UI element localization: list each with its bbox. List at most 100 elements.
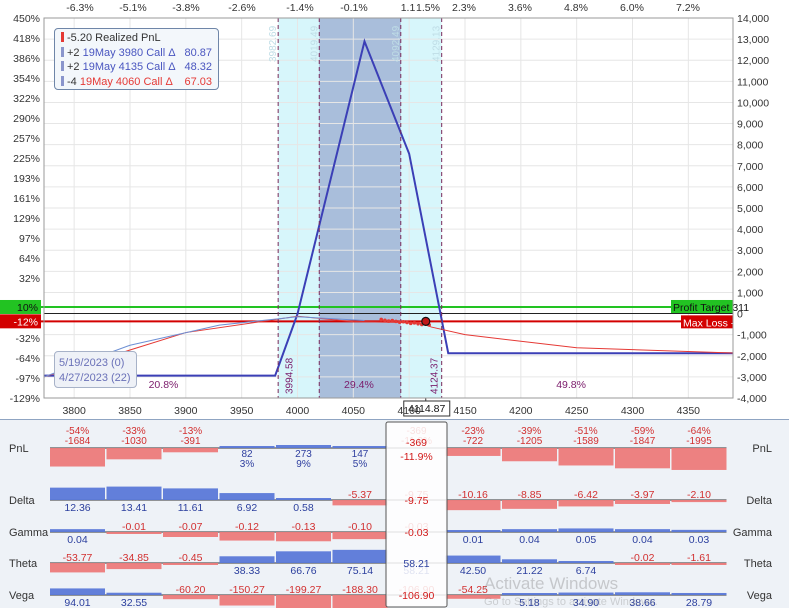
greek-label-left: Gamma xyxy=(9,527,49,539)
current-greek-value: -0.03 xyxy=(405,527,429,539)
loss-pct-label: -12% xyxy=(13,316,38,328)
greek-value: 0.04 xyxy=(67,534,88,546)
legend-delta: 67.03 xyxy=(184,75,212,88)
greek-value-bottom: -1847 xyxy=(630,436,656,447)
greek-bar xyxy=(276,498,331,500)
breakeven-label: 4019.49 xyxy=(309,25,320,62)
right-tick-label: 1,000 xyxy=(737,287,763,299)
price-path-dot xyxy=(401,319,406,324)
greek-value: -0.02 xyxy=(631,552,655,564)
legend-delta: 80.87 xyxy=(184,46,212,59)
greek-bar xyxy=(671,529,727,532)
greek-bar xyxy=(276,551,331,563)
greek-bar xyxy=(219,493,275,500)
greek-bar xyxy=(106,448,162,460)
legend-swatch xyxy=(61,61,64,71)
greek-value-bottom: 5% xyxy=(353,459,368,470)
top-pct-label: 3.6% xyxy=(508,2,532,14)
greek-bar xyxy=(332,595,388,608)
x-tick-label: 4050 xyxy=(342,405,366,417)
top-pct-label: 2.3% xyxy=(452,2,476,14)
greek-value: -0.01 xyxy=(122,521,146,533)
greek-value: -199.27 xyxy=(286,584,322,596)
greek-label-left: Vega xyxy=(9,590,35,602)
greek-value: 0.05 xyxy=(576,534,597,546)
greek-value: -1.61 xyxy=(687,552,711,564)
price-path-dot xyxy=(383,318,387,323)
greek-label-right: PnL xyxy=(752,443,772,455)
legend-item-realized: -5.20 Realized PnL xyxy=(61,31,214,46)
price-path-dot xyxy=(408,321,413,326)
legend-text: -5.20 Realized PnL xyxy=(67,32,161,44)
price-path-dot xyxy=(412,321,417,325)
legend-text: 19May 3980 Call Δ xyxy=(82,46,176,59)
greek-value: 0.04 xyxy=(632,534,653,546)
greek-bar xyxy=(502,529,557,532)
greek-bar xyxy=(219,446,275,448)
date-selector[interactable]: 5/19/2023 (0) 4/27/2023 (22) xyxy=(54,351,137,388)
price-path-dot xyxy=(390,318,395,323)
greek-bar xyxy=(50,529,105,532)
greek-bar xyxy=(332,549,388,563)
legend-delta: 48.32 xyxy=(184,61,212,73)
greek-bar xyxy=(615,529,670,532)
greek-value: 0.01 xyxy=(463,534,484,546)
greek-value: 13.41 xyxy=(121,502,147,514)
greek-value-bottom: -722 xyxy=(463,436,483,447)
right-tick-label: -1,000 xyxy=(737,330,767,342)
price-path-dot xyxy=(416,321,420,326)
greek-label-left: Delta xyxy=(9,495,36,507)
position-legend[interactable]: -5.20 Realized PnL +2 19May 3980 Call Δ 8… xyxy=(54,28,219,90)
x-tick-label: 4250 xyxy=(565,405,589,417)
greek-value-bottom: -391 xyxy=(180,436,200,447)
x-tick-label: 4350 xyxy=(677,405,701,417)
top-pct-label: -5.1% xyxy=(119,2,146,14)
greeks-table: PnL PnL-54%-1684-33%-1030-13%-391823%2739… xyxy=(9,421,773,608)
legend-swatch xyxy=(61,75,64,86)
greek-value: 38.33 xyxy=(234,565,260,577)
x-tick-label: 4000 xyxy=(286,405,310,417)
greek-value: -150.27 xyxy=(229,584,265,596)
greek-value: 0.04 xyxy=(519,534,540,546)
greek-value: -10.16 xyxy=(458,489,488,501)
x-tick-label: 3800 xyxy=(62,405,86,417)
profit-pct-label: 10% xyxy=(17,302,38,314)
greeks-panel: PnL PnL -54% -1684 -33% -1030 -13% -391 82 3% 273 9… xyxy=(0,419,789,608)
legend-item-leg1: +2 19May 3980 Call Δ 80.87 xyxy=(61,46,214,61)
probability-zone-label: 20.8% xyxy=(149,379,179,391)
greek-bar xyxy=(276,595,331,608)
left-tick-label: -64% xyxy=(15,353,40,365)
greek-bar xyxy=(106,592,162,595)
current-greek-value: -106.90 xyxy=(399,590,435,602)
top-pct-label: 7.2% xyxy=(676,2,700,14)
current-greek-value: -369 xyxy=(406,437,427,449)
right-tick-label: 8,000 xyxy=(737,140,763,152)
greek-bar xyxy=(106,486,162,500)
x-tick-label: 3950 xyxy=(230,405,254,417)
top-pct-label: 1.1 xyxy=(401,2,416,14)
legend-text: 19May 4060 Call Δ xyxy=(79,75,173,88)
greek-value: -2.10 xyxy=(687,489,711,501)
greek-bar xyxy=(276,444,331,448)
greek-value: -0.07 xyxy=(179,521,203,533)
greek-value-bottom: -1030 xyxy=(121,436,147,447)
x-tick-label: 4200 xyxy=(509,405,533,417)
greek-bar xyxy=(332,532,388,540)
greek-value-bottom: -1684 xyxy=(65,436,91,447)
legend-text: 19May 4135 Call Δ xyxy=(82,61,176,73)
breakeven-label: 4092.49 xyxy=(391,25,402,62)
greek-value: -6.42 xyxy=(574,489,598,501)
greek-bar xyxy=(445,500,501,511)
greek-bar xyxy=(332,446,388,448)
left-tick-label: 32% xyxy=(19,273,40,285)
legend-item-leg2: +2 19May 4135 Call Δ 48.32 xyxy=(61,60,214,75)
right-tick-label: -4,000 xyxy=(737,393,767,405)
greek-value: 0.58 xyxy=(293,502,314,514)
price-path-dot xyxy=(397,320,402,325)
greek-value: -0.45 xyxy=(179,552,203,564)
greek-label-right: Vega xyxy=(747,590,773,602)
greek-value: -3.97 xyxy=(631,489,655,501)
greek-bar xyxy=(502,448,557,462)
greek-bar xyxy=(558,528,614,532)
greek-bar xyxy=(219,532,275,541)
